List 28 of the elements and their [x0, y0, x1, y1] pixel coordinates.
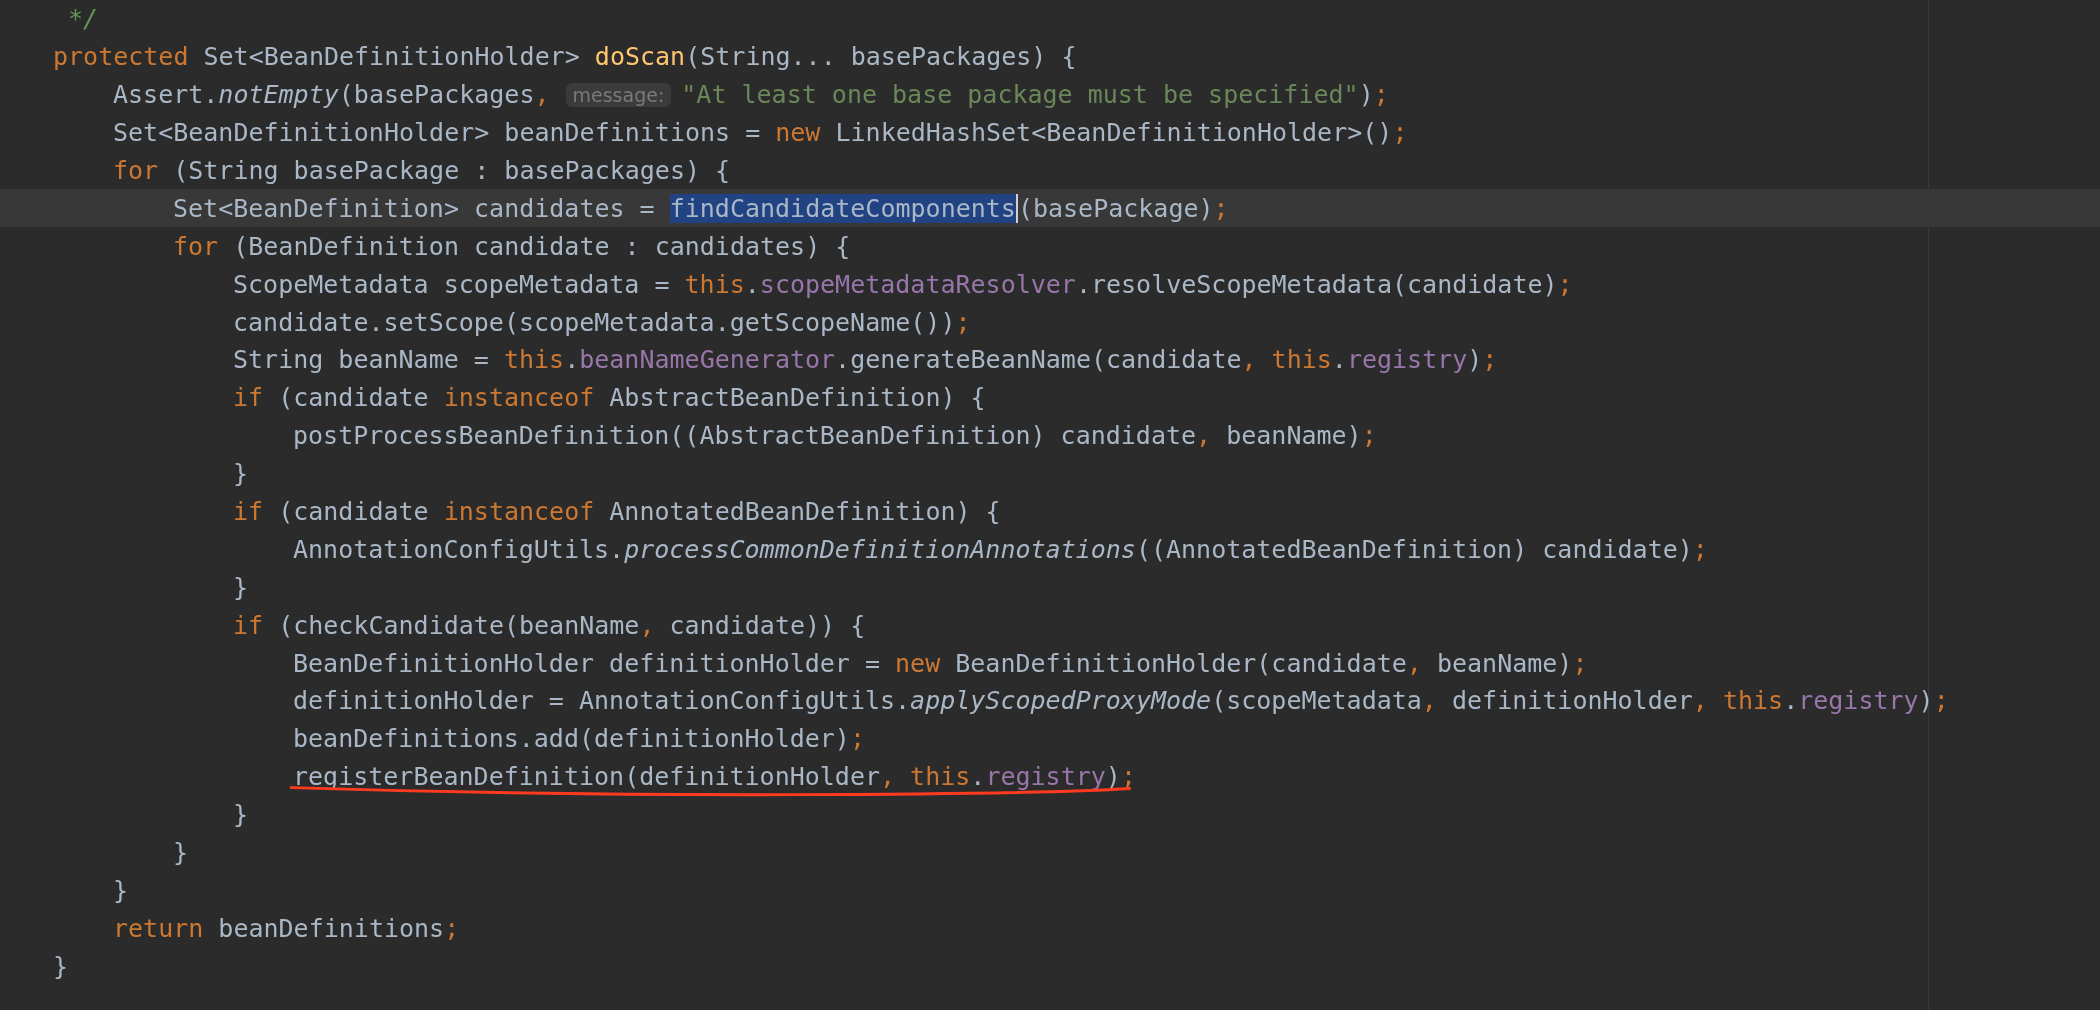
code-text: } — [233, 800, 249, 830]
code-text: for (BeanDefinition candidate : candidates) { — [173, 231, 851, 261]
code-text: } — [233, 459, 249, 489]
code-text: } — [53, 951, 69, 981]
code-text: AnnotationConfigUtils.processCommonDefinitionAnnotations((AnnotatedBeanDefinition) candidate); — [293, 534, 1708, 564]
code-text: for (String basePackage : basePackages) { — [113, 156, 731, 185]
code-text: return beanDefinitions; — [113, 913, 460, 943]
code-text: } — [233, 572, 249, 602]
code-text: } — [173, 838, 189, 868]
code-text: Set<BeanDefinition> candidates = findCandidateComponents(basePackage); — [173, 193, 1229, 223]
code-text: definitionHolder = AnnotationConfigUtils.applyScopedProxyMode(scopeMetadata, definitionHolder, this.registry); — [293, 686, 1949, 716]
code-text: postProcessBeanDefinition((AbstractBeanDefinition) candidate, beanName); — [293, 421, 1377, 451]
code-text: if (checkCandidate(beanName, candidate)) { — [233, 610, 866, 640]
code-text: BeanDefinitionHolder definitionHolder = new BeanDefinitionHolder(candidate, beanName); — [293, 648, 1588, 678]
code-text: String beanName = this.beanNameGenerator.generateBeanName(candidate, this.registry); — [233, 345, 1498, 375]
code-text: registerBeanDefinition(definitionHolder, this.registry); — [293, 762, 1136, 792]
code-text: if (candidate instanceof AbstractBeanDefinition) { — [233, 383, 986, 413]
code-text: } — [113, 875, 129, 905]
code-text: candidate.setScope(scopeMetadata.getScopeName()); — [233, 307, 971, 337]
code-text: "At least one base package must be specified"); — [681, 80, 1389, 110]
parameter-hint: message: — [565, 82, 672, 107]
code-text: Assert.notEmpty(basePackages, — [113, 80, 550, 110]
code-text: ScopeMetadata scopeMetadata = this.scopeMetadataResolver.resolveScopeMetadata(candidate); — [233, 269, 1573, 299]
code-text: */ — [67, 4, 99, 34]
code-text: Set<BeanDefinitionHolder> beanDefinitions = new LinkedHashSet<BeanDefinitionHolder>(); — [113, 118, 1408, 148]
code-text: protected Set<BeanDefinitionHolder> doScan(String... basePackages) { — [53, 42, 1077, 72]
code-text: if (candidate instanceof AnnotatedBeanDefinition) { — [233, 497, 1001, 526]
code-text: beanDefinitions.add(definitionHolder); — [293, 724, 865, 754]
